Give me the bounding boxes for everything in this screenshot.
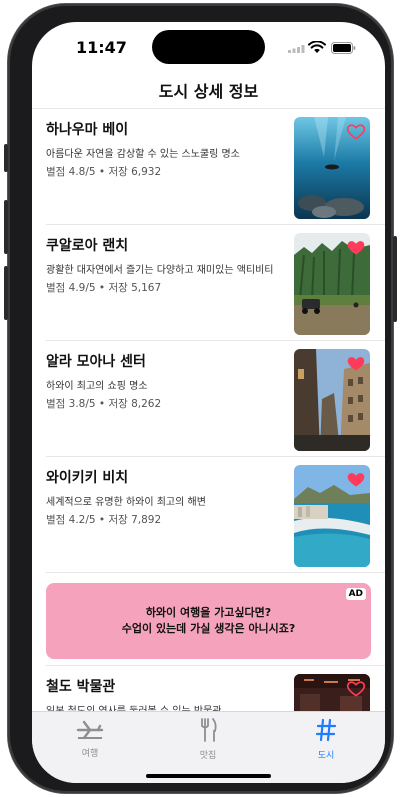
- place-title: 쿠알로아 랜치: [46, 238, 129, 254]
- underwater-snorkel-photo: [294, 117, 370, 219]
- list-item[interactable]: 하나우마 베이 아름다운 자연을 감상할 수 있는 스노쿨링 명소 별점 4.8…: [32, 109, 385, 225]
- power-button: [393, 236, 397, 322]
- place-title: 철도 박물관: [46, 679, 116, 695]
- place-list[interactable]: 하나우마 베이 아름다운 자연을 감상할 수 있는 스노쿨링 명소 별점 4.8…: [32, 109, 385, 711]
- list-item[interactable]: 알라 모아나 센터 하와이 최고의 쇼핑 명소 별점 3.8/5 • 저장 8,…: [32, 341, 385, 457]
- battery-icon: [331, 42, 356, 54]
- place-description: 하와이 최고의 쇼핑 명소: [46, 381, 148, 392]
- heart-outline-icon[interactable]: [346, 678, 366, 698]
- tab-label: 도시: [317, 751, 335, 761]
- status-time: 11:47: [76, 38, 127, 57]
- heart-outline-icon[interactable]: [346, 121, 366, 141]
- dynamic-island: [152, 30, 265, 64]
- heart-filled-icon[interactable]: [346, 237, 366, 257]
- place-title: 와이키키 비치: [46, 470, 129, 486]
- heart-filled-icon[interactable]: [346, 469, 366, 489]
- place-meta: 별점 4.2/5 • 저장 7,892: [46, 514, 162, 526]
- tab-travel[interactable]: 여행: [40, 718, 140, 759]
- ad-text: 하와이 여행을 가고싶다면? 수업이 있는데 가실 생각은 아니시죠?: [46, 605, 371, 637]
- place-title: 하나우마 베이: [46, 122, 129, 138]
- screen: 11:47 도시 상세 정보 하나우마 베이 아름다운 자연을 감상할 수 있는…: [32, 22, 385, 783]
- ad-line-2: 수업이 있는데 가실 생각은 아니시죠?: [121, 622, 296, 635]
- cellular-signal-icon: [288, 45, 305, 53]
- airplane-icon: [76, 720, 104, 740]
- place-description: 일본 철도의 역사를 둘러볼 수 있는 박물관: [46, 702, 221, 711]
- place-meta: 별점 4.9/5 • 저장 5,167: [46, 282, 162, 294]
- action-button: [4, 144, 8, 172]
- ad-line-1: 하와이 여행을 가고싶다면?: [145, 606, 272, 619]
- place-meta: 별점 4.8/5 • 저장 6,932: [46, 166, 162, 178]
- place-description: 광활한 대자연에서 즐기는 다양하고 재미있는 액티비티: [46, 265, 274, 276]
- heart-filled-icon[interactable]: [346, 353, 366, 373]
- wifi-icon: [308, 41, 326, 53]
- ad-banner[interactable]: AD 하와이 여행을 가고싶다면? 수업이 있는데 가실 생각은 아니시죠?: [46, 583, 371, 659]
- list-item[interactable]: 쿠알로아 랜치 광활한 대자연에서 즐기는 다양하고 재미있는 액티비티 별점 …: [32, 225, 385, 341]
- status-bar: 11:47: [32, 22, 385, 74]
- row-divider: [46, 572, 385, 573]
- list-item[interactable]: 와이키키 비치 세계적으로 유명한 하와이 최고의 해변 별점 4.2/5 • …: [32, 457, 385, 573]
- volume-up-button: [4, 200, 8, 254]
- phone-frame: 11:47 도시 상세 정보 하나우마 베이 아름다운 자연을 감상할 수 있는…: [4, 4, 397, 793]
- beach-coastline-photo: [294, 465, 370, 567]
- ranch-mountain-photo: [294, 233, 370, 335]
- page-title: 도시 상세 정보: [158, 82, 259, 101]
- street-buildings-photo: [294, 349, 370, 451]
- place-description: 세계적으로 유명한 하와이 최고의 해변: [46, 497, 206, 508]
- tab-bar: 여행 맛집 도시: [32, 711, 385, 783]
- tab-restaurants[interactable]: 맛집: [158, 718, 258, 761]
- place-description: 아름다운 자연을 감상할 수 있는 스노쿨링 명소: [46, 149, 240, 160]
- tab-city[interactable]: 도시: [276, 718, 376, 761]
- tab-label: 맛집: [199, 751, 217, 761]
- fork-knife-icon: [201, 718, 217, 742]
- list-item[interactable]: 철도 박물관 일본 철도의 역사를 둘러볼 수 있는 박물관: [32, 666, 385, 711]
- ad-badge: AD: [345, 588, 366, 600]
- home-indicator[interactable]: [146, 774, 271, 778]
- place-title: 알라 모아나 센터: [46, 354, 146, 370]
- hashtag-icon: [315, 718, 337, 742]
- museum-photo: [294, 674, 370, 711]
- tab-label: 여행: [81, 749, 99, 759]
- place-meta: 별점 3.8/5 • 저장 8,262: [46, 398, 162, 410]
- volume-down-button: [4, 266, 8, 320]
